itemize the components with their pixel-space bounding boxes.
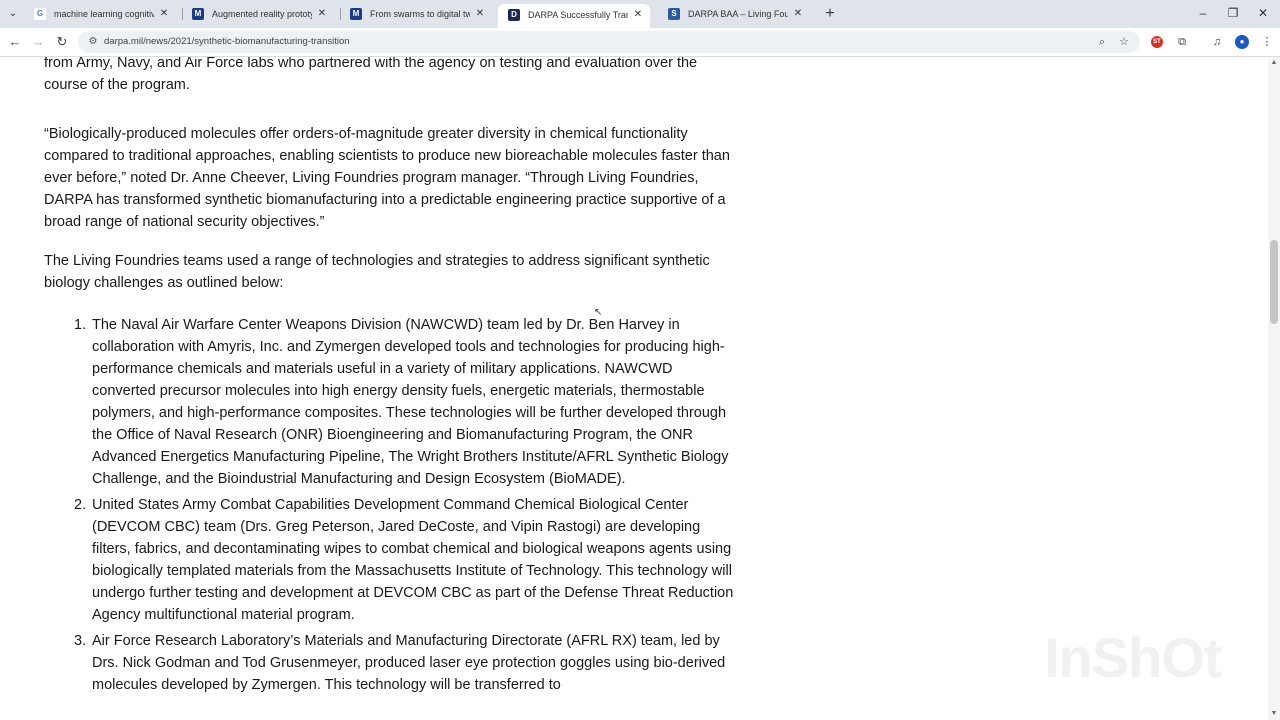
extensions-puzzle-icon[interactable]: ⧉ — [1174, 34, 1190, 50]
close-window-button[interactable]: ✕ — [1248, 2, 1278, 24]
list-item: 2. United States Army Combat Capabilitie… — [44, 494, 734, 626]
adblock-extension-icon[interactable]: ST — [1151, 36, 1163, 48]
team-list: 1. The Naval Air Warfare Center Weapons … — [44, 314, 734, 700]
media-controls-icon[interactable]: ♫ — [1209, 34, 1225, 50]
tab-title: DARPA Successfully Transitions — [528, 10, 628, 20]
profile-avatar-icon[interactable]: ● — [1235, 35, 1249, 49]
close-tab-icon[interactable]: ✕ — [158, 3, 170, 25]
list-number: 1. — [74, 317, 87, 333]
list-number: 2. — [74, 497, 87, 513]
tab-title: From swarms to digital twins: A — [370, 9, 470, 19]
list-item-text: Air Force Research Laboratory’s Material… — [92, 633, 726, 693]
article-paragraph: from Army, Navy, and Air Force labs who … — [44, 57, 698, 93]
tab-search-icon[interactable]: ⌄ — [4, 5, 22, 23]
site-favicon-icon: S — [668, 8, 680, 20]
list-number: 3. — [74, 633, 87, 649]
site-info-icon[interactable]: ⚙ — [86, 35, 100, 49]
scrollbar-thumb[interactable] — [1270, 240, 1278, 324]
zoom-icon[interactable]: ⌕ — [1094, 34, 1110, 50]
new-tab-button[interactable]: + — [820, 4, 840, 24]
mouse-cursor-icon: ↖ — [594, 307, 603, 318]
scroll-up-arrow-icon[interactable]: ▲ — [1268, 57, 1280, 69]
google-favicon-icon: G — [34, 8, 46, 20]
tab-title: Augmented reality prototypes — [212, 9, 312, 19]
article-quote-paragraph: “Biologically-produced molecules offer o… — [44, 126, 730, 230]
list-item-text: The Naval Air Warfare Center Weapons Div… — [92, 317, 729, 487]
tab-title: DARPA BAA – Living Foundries — [688, 9, 788, 19]
list-item: 3. Air Force Research Laboratory’s Mater… — [44, 630, 734, 696]
back-arrow-icon[interactable]: ← — [5, 32, 25, 52]
close-tab-icon[interactable]: ✕ — [792, 3, 804, 25]
close-tab-icon[interactable]: ✕ — [632, 4, 644, 26]
url-text[interactable]: darpa.mil/news/2021/synthetic-biomanufac… — [104, 31, 350, 53]
site-favicon-icon: M — [350, 8, 362, 20]
article-body: from Army, Navy, and Air Force labs who … — [44, 57, 734, 720]
darpa-favicon-icon: D — [508, 9, 520, 21]
browser-tab[interactable]: S DARPA BAA – Living Foundries ✕ — [658, 3, 810, 25]
browser-tab[interactable]: M Augmented reality prototypes ✕ — [182, 3, 334, 25]
inshot-watermark: InShOt — [1044, 626, 1223, 689]
browser-tab[interactable]: M From swarms to digital twins: A ✕ — [340, 3, 492, 25]
browser-tab-active[interactable]: D DARPA Successfully Transitions ✕ — [498, 4, 650, 28]
tab-strip: ⌄ G machine learning cognitive elec ✕ M … — [0, 0, 1280, 28]
article-paragraph: The Living Foundries teams used a range … — [44, 253, 710, 291]
page-scrollbar[interactable]: ▲ ▼ — [1268, 57, 1280, 720]
close-tab-icon[interactable]: ✕ — [474, 3, 486, 25]
minimize-button[interactable]: – — [1188, 2, 1218, 24]
tab-title: machine learning cognitive elec — [54, 9, 154, 19]
browser-toolbar: ← → ↻ ⚙ darpa.mil/news/2021/synthetic-bi… — [0, 28, 1280, 57]
menu-kebab-icon[interactable]: ⋮ — [1259, 34, 1275, 50]
site-favicon-icon: M — [192, 8, 204, 20]
list-item: 1. The Naval Air Warfare Center Weapons … — [44, 314, 734, 490]
forward-arrow-icon[interactable]: → — [28, 32, 48, 52]
reload-icon[interactable]: ↻ — [52, 32, 72, 52]
close-tab-icon[interactable]: ✕ — [316, 3, 328, 25]
list-item-text: United States Army Combat Capabilities D… — [92, 497, 734, 623]
bookmark-star-icon[interactable]: ☆ — [1116, 34, 1132, 50]
browser-tab[interactable]: G machine learning cognitive elec ✕ — [24, 3, 176, 25]
scroll-down-arrow-icon[interactable]: ▼ — [1268, 708, 1280, 720]
address-bar[interactable]: ⚙ darpa.mil/news/2021/synthetic-biomanuf… — [78, 31, 1140, 53]
restore-button[interactable]: ❐ — [1218, 2, 1248, 24]
